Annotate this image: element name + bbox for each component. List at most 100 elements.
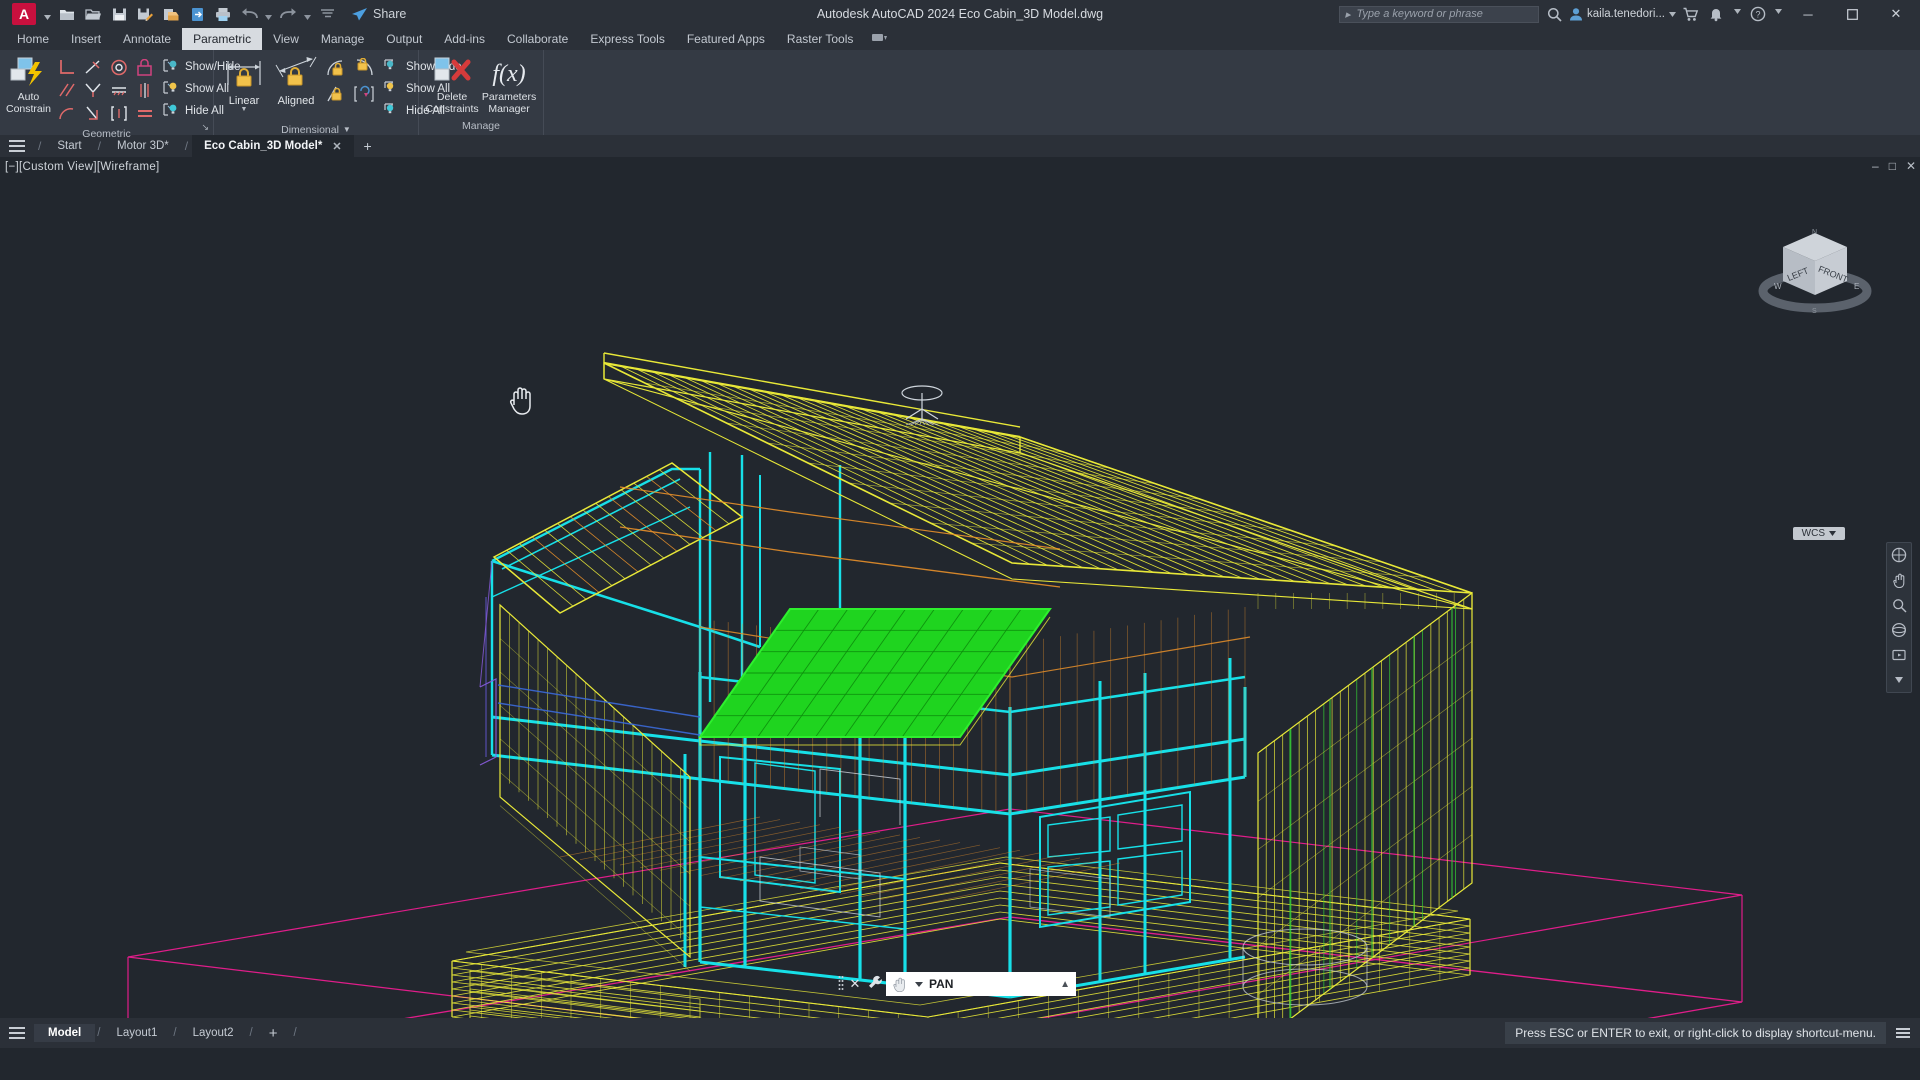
symmetric-constraint-icon[interactable]	[133, 80, 157, 102]
orbit-nav-icon[interactable]	[1889, 622, 1909, 638]
linear-constraint-button[interactable]: Linear ▼	[220, 53, 268, 113]
collinear-constraint-icon[interactable]	[107, 80, 131, 102]
customize-icon[interactable]	[864, 975, 886, 993]
geometric-panel-expander[interactable]: ↘	[201, 122, 209, 133]
dimensional-panel-chevron-down-icon[interactable]: ▼	[343, 121, 351, 139]
command-text: PAN	[929, 977, 954, 991]
ribbon-tab-featured-apps[interactable]: Featured Apps	[676, 28, 776, 50]
show-hide-bulb-icon	[163, 58, 180, 76]
perpendicular-constraint-icon[interactable]	[55, 57, 79, 79]
svg-text:?: ?	[1755, 10, 1760, 20]
layout-tab-model[interactable]: Model	[34, 1024, 96, 1042]
redo-icon[interactable]	[276, 3, 300, 25]
svg-text:f(x): f(x)	[492, 61, 525, 87]
ribbon-panel-geometric: Auto Constrain Show/Hide Show All Hide All …	[0, 50, 241, 140]
tangent-constraint-icon[interactable]	[81, 57, 105, 79]
share-button[interactable]: Share	[351, 7, 406, 22]
ribbon-tab-add-ins[interactable]: Add-ins	[433, 28, 496, 50]
maximize-button[interactable]	[1832, 0, 1872, 28]
pan-nav-icon[interactable]	[1889, 572, 1909, 588]
aligned-dimension-icon	[275, 56, 317, 86]
navigation-bar[interactable]	[1886, 542, 1912, 693]
coincident-constraint-icon[interactable]	[107, 103, 131, 125]
smooth-constraint-icon[interactable]	[55, 103, 79, 125]
more-icon[interactable]	[315, 3, 339, 25]
save-icon[interactable]	[107, 3, 131, 25]
chevron-down-icon[interactable]	[42, 3, 53, 25]
angular-constraint-icon[interactable]	[324, 57, 348, 79]
ribbon-tab-parametric[interactable]: Parametric	[182, 28, 263, 50]
dim-show-all-icon	[384, 80, 401, 98]
redo-chevron-down-icon[interactable]	[302, 3, 313, 25]
aligned-constraint-button[interactable]: Aligned	[270, 53, 322, 107]
delete-constraints-button[interactable]: Delete Constraints	[425, 53, 479, 115]
svg-text:E: E	[1854, 282, 1859, 291]
customization-menu-icon[interactable]	[1892, 1032, 1914, 1034]
ribbon-tab-home[interactable]: Home	[6, 28, 60, 50]
search-input[interactable]: ▸ Type a keyword or phrase	[1339, 5, 1539, 23]
publish-icon[interactable]	[185, 3, 209, 25]
ribbon-tab-manage[interactable]: Manage	[310, 28, 375, 50]
help-chevron-down-icon[interactable]	[1773, 8, 1784, 20]
help-icon[interactable]: ?	[1747, 3, 1769, 25]
auto-constrain-button[interactable]: Auto Constrain	[6, 53, 51, 115]
new-icon[interactable]	[55, 3, 79, 25]
ribbon-overflow-icon[interactable]	[864, 28, 894, 50]
radial-constraint-icon[interactable]	[352, 57, 376, 79]
user-chevron-down-icon	[1669, 11, 1676, 17]
autodesk-a-logo[interactable]: A	[12, 3, 36, 25]
layout-tab-layout2[interactable]: Layout2	[179, 1024, 248, 1042]
bell-chevron-down-icon[interactable]	[1732, 8, 1743, 20]
horizontal-constraint-icon[interactable]	[81, 80, 105, 102]
ribbon-tab-express-tools[interactable]: Express Tools	[579, 28, 675, 50]
convert-constraint-icon[interactable]	[352, 83, 376, 105]
cart-icon[interactable]	[1680, 3, 1702, 25]
ribbon-tab-strip: Home Insert Annotate Parametric View Manage Ou…	[0, 28, 1920, 50]
export-icon[interactable]	[159, 3, 183, 25]
showmotion-icon[interactable]	[1889, 647, 1909, 663]
drawing-canvas[interactable]: [−][Custom View][Wireframe] – □ ✕ LEFT F…	[0, 157, 1920, 1018]
saveas-icon[interactable]	[133, 3, 157, 25]
concentric-constraint-icon[interactable]	[107, 57, 131, 79]
dim-show-hide-icon	[384, 58, 401, 76]
close-command-line-icon[interactable]: ✕	[846, 976, 864, 992]
equal-constraint-icon[interactable]	[133, 103, 157, 125]
zoom-nav-icon[interactable]	[1889, 597, 1909, 613]
add-layout-button[interactable]: +	[255, 1022, 292, 1045]
nav-chevron-down-icon[interactable]	[1889, 672, 1909, 688]
expand-command-line-icon[interactable]: ▲	[1060, 979, 1070, 990]
close-icon[interactable]: ✕	[332, 140, 341, 153]
ribbon-tab-view[interactable]: View	[262, 28, 310, 50]
open-icon[interactable]	[81, 3, 105, 25]
undo-chevron-down-icon[interactable]	[263, 3, 274, 25]
search-icon[interactable]	[1543, 3, 1565, 25]
viewcube[interactable]: LEFT FRONT W E N S	[1750, 217, 1880, 322]
drag-grip-icon[interactable]	[836, 974, 846, 994]
ribbon-tab-output[interactable]: Output	[375, 28, 433, 50]
ribbon-panel-dimensional: Linear ▼ Aligned Show/Hide Show All Hide…	[214, 50, 462, 136]
ribbon-tab-collaborate[interactable]: Collaborate	[496, 28, 579, 50]
command-input[interactable]: PAN ▲	[886, 972, 1076, 996]
fix-constraint-icon[interactable]	[133, 57, 157, 79]
parallel-constraint-icon[interactable]	[55, 80, 79, 102]
ribbon-tab-raster-tools[interactable]: Raster Tools	[776, 28, 864, 50]
status-hamburger-menu-icon[interactable]	[0, 1032, 34, 1034]
user-account-menu[interactable]: kaila.tenedori...	[1569, 7, 1676, 21]
vertical-constraint-icon[interactable]	[81, 103, 105, 125]
close-button[interactable]: ✕	[1876, 0, 1916, 28]
diameter-constraint-icon[interactable]	[324, 83, 348, 105]
bell-icon[interactable]	[1706, 3, 1728, 25]
search-expand-icon[interactable]: ▸	[1345, 8, 1351, 21]
linear-chevron-down-icon[interactable]: ▼	[241, 106, 248, 113]
parameters-manager-button[interactable]: f(x) Parameters Manager	[481, 53, 537, 115]
command-line[interactable]: ✕ PAN ▲	[836, 972, 1076, 996]
plot-icon[interactable]	[211, 3, 235, 25]
undo-icon[interactable]	[237, 3, 261, 25]
layout-tab-layout1[interactable]: Layout1	[102, 1024, 171, 1042]
ribbon-tab-annotate[interactable]: Annotate	[112, 28, 182, 50]
minimize-button[interactable]: ─	[1788, 0, 1828, 28]
wcs-dropdown[interactable]: WCS	[1792, 527, 1845, 540]
steering-wheel-icon[interactable]	[1889, 547, 1909, 563]
layout-tab-group: Model / Layout1/Layout2/+ /	[34, 1022, 299, 1045]
ribbon-tab-insert[interactable]: Insert	[60, 28, 112, 50]
